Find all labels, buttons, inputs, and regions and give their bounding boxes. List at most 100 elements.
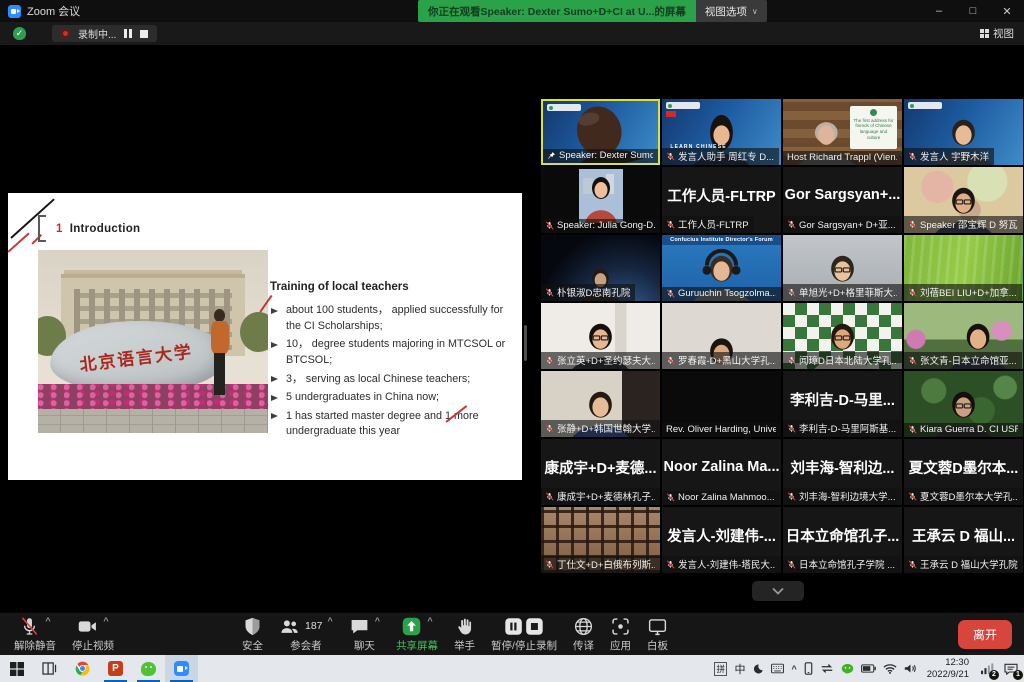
toolbar-whiteboard-button[interactable]: 白板 <box>639 613 676 655</box>
participant-tile[interactable]: 朴银淑D忠南孔院 <box>541 235 660 301</box>
taskbar-chrome[interactable] <box>66 655 99 682</box>
chevron-up-icon[interactable]: ^ <box>328 616 333 626</box>
ime-pinyin-indicator[interactable]: 拼 <box>714 662 728 676</box>
view-options-button[interactable]: 视图选项∨ <box>696 0 767 22</box>
participant-tile[interactable]: 张静+D+韩国世翰大学... <box>541 371 660 437</box>
participant-tile[interactable]: Confucius Institute Director's ForumGuru… <box>662 235 781 301</box>
participant-name-text: 发言人 宇野木洋 <box>920 149 989 163</box>
participant-name-label: Speaker: Dexter Sumo... <box>543 149 658 164</box>
taskbar-clock[interactable]: 12:302022/9/21 <box>927 657 969 681</box>
participant-tile[interactable]: Noor Zalina Ma...Noor Zalina Mahmoo... <box>662 439 781 505</box>
taskbar-powerpoint[interactable]: P <box>99 655 132 682</box>
participant-tile[interactable]: 康成宇+D+麦德...康成宇+D+麦德林孔子... <box>541 439 660 505</box>
participant-tile[interactable]: 李利吉-D-马里...李利吉-D-马里阿斯基... <box>783 371 902 437</box>
participant-name-text: 夏文蓉D墨尔本大学孔... <box>920 489 1018 503</box>
participant-tile[interactable]: The first address for friends of Chinese… <box>783 99 902 165</box>
chevron-up-icon[interactable]: ^ <box>427 616 432 626</box>
grid-view-icon <box>980 29 989 38</box>
participant-name-label: 发言人-刘建伟-塔民大... <box>662 556 781 574</box>
participant-name-text: Speaker 邵宝辉 D 努瓦.. <box>920 217 1018 231</box>
view-button[interactable]: 视图 <box>980 26 1014 41</box>
participant-name-text: 李利吉-D-马里阿斯基... <box>799 421 896 435</box>
phone-link-icon[interactable] <box>804 662 813 675</box>
toolbar-video-button[interactable]: ^停止视频 <box>64 613 122 655</box>
participant-tile[interactable]: Gor Sargsyan+...Gor Sargsyan+ D+亚... <box>783 167 902 233</box>
sync-arrows-icon[interactable] <box>820 663 834 674</box>
participant-tile[interactable]: 日本立命馆孔子...日本立命馆孔子学院 ... <box>783 507 902 573</box>
pin-icon <box>547 151 556 160</box>
chevron-up-icon[interactable]: ^ <box>45 616 50 626</box>
participant-tile[interactable]: 工作人员-FLTRP工作人员-FLTRP <box>662 167 781 233</box>
toolbar-interpretation-button[interactable]: 传译 <box>565 613 602 655</box>
toolbar-participants-button[interactable]: 187^参会者 <box>271 613 341 655</box>
chevron-up-icon[interactable]: ^ <box>103 616 108 626</box>
participant-tile[interactable]: 丁仕文+D+白俄布列斯... <box>541 507 660 573</box>
toolbar-share-button[interactable]: ^ 共享屏幕 <box>388 613 446 655</box>
network-status-icon[interactable]: 2 <box>979 661 995 677</box>
participant-tile[interactable]: 闻璋D日本北陆大学孔.. <box>783 303 902 369</box>
participant-name-text: 张文青-日本立命馆亚... <box>920 353 1017 367</box>
participant-tile[interactable]: Kiara Guerra D. CI USFQ <box>904 371 1023 437</box>
participant-tile[interactable]: 张文青-日本立命馆亚... <box>904 303 1023 369</box>
toolbar-mute-button[interactable]: ^解除静音 <box>6 613 64 655</box>
speaker-icon[interactable] <box>904 663 917 674</box>
chevron-up-icon[interactable]: ^ <box>375 616 380 626</box>
participant-tile[interactable]: 发言人 宇野木洋 <box>904 99 1023 165</box>
participant-tile[interactable]: 发言人-刘建伟-...发言人-刘建伟-塔民大... <box>662 507 781 573</box>
taskbar-zoom[interactable] <box>165 655 198 682</box>
section-number: 1 <box>56 223 63 235</box>
taskbar-wechat[interactable] <box>132 655 165 682</box>
participant-tile[interactable]: LEARN CHINESE发言人助手 周红专 D... <box>662 99 781 165</box>
participant-tile[interactable]: 单旭光+D+格里菲斯大... <box>783 235 902 301</box>
hidden-icons-chevron[interactable]: ^ <box>791 664 796 674</box>
wechat-tray-icon[interactable] <box>841 663 854 675</box>
mic-muted-icon <box>908 492 917 501</box>
participant-tile[interactable]: Rev. Oliver Harding, Unive... <box>662 371 781 437</box>
collapse-gallery-button[interactable] <box>752 581 804 601</box>
leave-meeting-button[interactable]: 离开 <box>958 620 1012 649</box>
toolbar-chat-button[interactable]: ^聊天 <box>341 613 388 655</box>
ime-mode-moon-icon[interactable] <box>752 663 764 675</box>
slide-scrollbar[interactable] <box>524 325 527 361</box>
close-button[interactable]: ✕ <box>990 0 1024 22</box>
minimize-button[interactable]: – <box>922 0 956 22</box>
battery-icon[interactable] <box>861 664 876 673</box>
toolbar-security-button[interactable]: 安全 <box>234 613 271 655</box>
stop-recording-button[interactable] <box>140 30 148 38</box>
participant-tile[interactable]: 罗春霞-D+黑山大学孔... <box>662 303 781 369</box>
shared-screen-slide: 1Introduction 北京语言大学 Training of local t… <box>8 193 522 480</box>
participant-name-text: 发言人助手 周红专 D... <box>678 149 774 163</box>
participant-tile[interactable]: 王承云 D 福山...王承云 D 福山大学孔院 <box>904 507 1023 573</box>
background-sign-text: The first address for friends of Chinese… <box>850 106 898 150</box>
participant-tile[interactable]: Speaker: Julia Gong-D... <box>541 167 660 233</box>
notification-center-icon[interactable]: 1 <box>1002 661 1019 677</box>
toolbar-hand-button[interactable]: 举手 <box>446 613 483 655</box>
globe-icon <box>573 616 594 637</box>
clock-time: 12:30 <box>945 657 969 668</box>
maximize-button[interactable]: □ <box>956 0 990 22</box>
toolbar-record-button[interactable]: 暂停/停止录制 <box>483 613 565 655</box>
participant-tile[interactable]: 张立英+D+圣约瑟夫大... <box>541 303 660 369</box>
system-tray: 拼 中 ^ 12:302022/9/21 2 1 <box>714 657 1024 681</box>
participant-tile[interactable]: 刘蓓BEI LIU+D+加拿... <box>904 235 1023 301</box>
start-button[interactable] <box>0 655 33 682</box>
participant-name-label: 刘蓓BEI LIU+D+加拿... <box>904 284 1022 302</box>
participant-name-text: 罗春霞-D+黑山大学孔... <box>678 353 776 367</box>
participant-tile[interactable]: Speaker: Dexter Sumo... <box>541 99 660 165</box>
toolbar-item-label: 共享屏幕 <box>396 638 438 653</box>
wifi-icon[interactable] <box>883 663 897 674</box>
touch-keyboard-icon[interactable] <box>771 663 784 674</box>
toolbar-item-label: 传译 <box>573 638 594 653</box>
participant-tile[interactable]: Speaker 邵宝辉 D 努瓦.. <box>904 167 1023 233</box>
slide-heading: Training of local teachers <box>270 281 516 293</box>
message-badge: 1 <box>1013 670 1023 680</box>
task-view-button[interactable] <box>33 655 66 682</box>
clock-date: 2022/9/21 <box>927 669 969 680</box>
ime-language-indicator[interactable]: 中 <box>734 661 745 677</box>
participant-tile[interactable]: 刘丰海-智利边...刘丰海-智利边境大学... <box>783 439 902 505</box>
participant-tile[interactable]: 夏文蓉D墨尔本...夏文蓉D墨尔本大学孔... <box>904 439 1023 505</box>
toolbar-apps-button[interactable]: 应用 <box>602 613 639 655</box>
pause-recording-button[interactable] <box>124 29 132 38</box>
meeting-security-shield-icon[interactable]: ✓ <box>13 27 26 40</box>
participant-name-label: 单旭光+D+格里菲斯大... <box>783 284 902 302</box>
